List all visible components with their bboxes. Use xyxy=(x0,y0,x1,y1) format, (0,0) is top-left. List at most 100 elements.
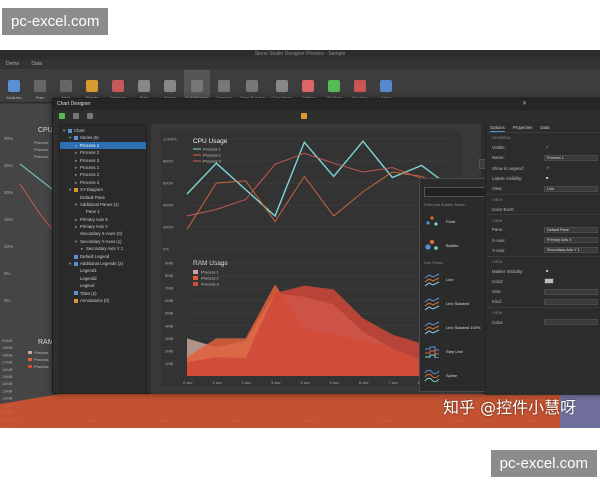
menu-data[interactable]: Data xyxy=(31,59,42,69)
tree-node[interactable]: Legend2 xyxy=(60,275,146,282)
property-row: Color: xyxy=(486,276,600,286)
property-value-field[interactable] xyxy=(544,319,598,326)
watermark-top: pc-excel.com xyxy=(2,8,109,35)
cpu-y-tick: 200% xyxy=(163,225,174,230)
property-value-field[interactable]: Line xyxy=(544,185,598,192)
menu-demo[interactable]: Demo xyxy=(6,59,19,69)
add-icon[interactable] xyxy=(59,113,65,119)
ribbon-button-modules[interactable]: Modules xyxy=(2,70,26,102)
tree-node[interactable]: ▾ Secondary Y-Axes (1) xyxy=(60,238,146,245)
copy-demo-icon xyxy=(275,80,288,92)
tree-node[interactable]: ▾ XY-Diagram xyxy=(60,186,146,193)
property-checkbox[interactable]: ✓ xyxy=(544,145,549,150)
property-label: Size: xyxy=(492,289,502,295)
ribbon-button-prev[interactable]: Prev xyxy=(28,70,52,102)
cpu-y-tick: 1,000% xyxy=(163,137,177,142)
properties-tabs: Options Properties Data xyxy=(486,123,600,132)
property-value-field[interactable] xyxy=(544,278,554,285)
tree-node[interactable]: ▸ Primary Axis X xyxy=(60,216,146,223)
gallery-item-label: Step Line xyxy=(446,348,463,354)
properties-section: VIEW xyxy=(486,214,600,224)
tree-node[interactable]: ▸ Process 3 xyxy=(60,179,146,186)
tree-node[interactable]: Annotations (0) xyxy=(60,297,146,304)
tree-node[interactable]: ▸ Process 2 xyxy=(60,149,146,156)
ram-legend-label: Process 3 xyxy=(201,282,220,287)
property-label: Marker Visibility: xyxy=(492,268,524,274)
tree-node[interactable]: Legend1 xyxy=(60,267,146,274)
close-icon[interactable]: ✕ xyxy=(522,99,527,110)
undo-icon[interactable] xyxy=(73,113,79,119)
ram-x-tick: 3 sec xyxy=(271,380,281,385)
property-value-field[interactable]: Secondary Axis Y 1 xyxy=(544,247,598,254)
property-checkbox[interactable]: ■ xyxy=(544,269,548,274)
properties-section: GENERAL xyxy=(486,132,600,142)
tab-data[interactable]: Data xyxy=(540,123,549,132)
property-row: X-Axis: Primary Axis X xyxy=(486,235,600,245)
menu-bar: Demo Data xyxy=(0,59,600,69)
bg-process-label: Process xyxy=(34,357,48,362)
tree-node-label: Additional Panes (1) xyxy=(80,201,119,207)
tree-node-icon xyxy=(68,128,72,133)
section-label: GENERAL xyxy=(492,135,512,141)
tree-node[interactable]: Default Legend xyxy=(60,253,146,260)
tree-node[interactable]: Legend xyxy=(60,282,146,289)
tree-node[interactable]: ▸ Process 3 xyxy=(60,157,146,164)
ribbon-label: Modules xyxy=(6,95,22,100)
cpu-legend-label: Process 1 xyxy=(203,147,222,152)
tree-node-label: Legend2 xyxy=(80,275,97,281)
line-stacked-100-icon xyxy=(424,321,440,334)
bg-process-label: Process xyxy=(34,140,48,145)
gallery-item-label: Line Stacked 100% xyxy=(446,324,481,330)
tree-node[interactable]: Secondary X-Axes (0) xyxy=(60,230,146,237)
chart-designer-dialog: Chart Designer ✕ ▾ Chart ▾ Series (6) ▸ Proce… xyxy=(52,98,600,395)
property-row: Marker Visibility: ■ xyxy=(486,266,600,276)
property-value-field[interactable] xyxy=(544,288,598,295)
tree-node[interactable]: Pane 1 xyxy=(60,208,146,215)
property-value-field[interactable]: Primary Axis X xyxy=(544,237,598,244)
line-stacked-icon xyxy=(424,297,440,310)
cpu-chart-title: CPU Usage xyxy=(193,138,228,145)
ram-y-tick: 8MB xyxy=(165,273,174,278)
property-label: Y-Axis: xyxy=(492,247,506,253)
property-row: View: Line xyxy=(486,183,600,193)
buy-now-icon xyxy=(354,80,367,92)
cpu-y-tick: 600% xyxy=(163,181,174,186)
bg-cpu-label: CPU xyxy=(38,127,53,134)
bg-mb-tick: 14MB xyxy=(2,381,13,386)
tree-node[interactable]: ▸ Process 1 xyxy=(60,141,146,150)
tree-node[interactable]: ▾ Additional Legends (2) xyxy=(60,260,146,267)
property-value-field[interactable] xyxy=(544,298,598,305)
export-icon xyxy=(164,80,176,92)
property-label: Name: xyxy=(492,155,505,161)
tree-node[interactable]: Default Pane xyxy=(60,194,146,201)
tree-node[interactable]: ▸ Primary Axis Y xyxy=(60,223,146,230)
tree-node-label: Default Pane xyxy=(80,194,105,200)
wizard-icon[interactable] xyxy=(301,113,307,119)
tree-node[interactable]: ▸ Secondary Axis Y 1 xyxy=(60,245,146,252)
property-checkbox[interactable]: ■ xyxy=(544,176,548,181)
watermark-zhihu: 知乎 @控件小慧呀 xyxy=(443,398,577,417)
tab-properties[interactable]: Properties xyxy=(513,123,533,132)
bg-mb-tick: 18MB xyxy=(2,352,13,357)
tree-node[interactable]: ▾ Additional Panes (1) xyxy=(60,201,146,208)
gallery-item-label: Line xyxy=(446,276,454,282)
section-label: VIEW xyxy=(492,258,503,264)
tab-options[interactable]: Options xyxy=(490,123,505,132)
tree-node[interactable]: ▾ Series (6) xyxy=(60,134,146,141)
tree-node[interactable]: Titles (2) xyxy=(60,290,146,297)
tree-node[interactable]: ▸ Process 2 xyxy=(60,171,146,178)
screenshot-root: pc-excel.com Stone Studio Designer Previ… xyxy=(0,0,600,480)
ram-y-tick: 5MB xyxy=(165,311,174,316)
bg-y-tick: 20% xyxy=(4,190,13,195)
property-value-field[interactable]: Default Pane xyxy=(544,226,598,233)
ram-y-tick: 2MB xyxy=(165,348,174,353)
property-checkbox[interactable]: ✓ xyxy=(544,166,549,171)
full-window-icon xyxy=(190,80,203,92)
tree-node[interactable]: ▾ Chart xyxy=(60,127,146,134)
bg-mb-tick: 13MB xyxy=(2,388,13,393)
bg-line-left-2 xyxy=(19,163,53,190)
property-value-field[interactable]: Process 1 xyxy=(544,154,598,161)
property-row: Name: Process 1 xyxy=(486,153,600,163)
tree-node[interactable]: ▸ Process 1 xyxy=(60,164,146,171)
redo-icon[interactable] xyxy=(87,113,93,119)
